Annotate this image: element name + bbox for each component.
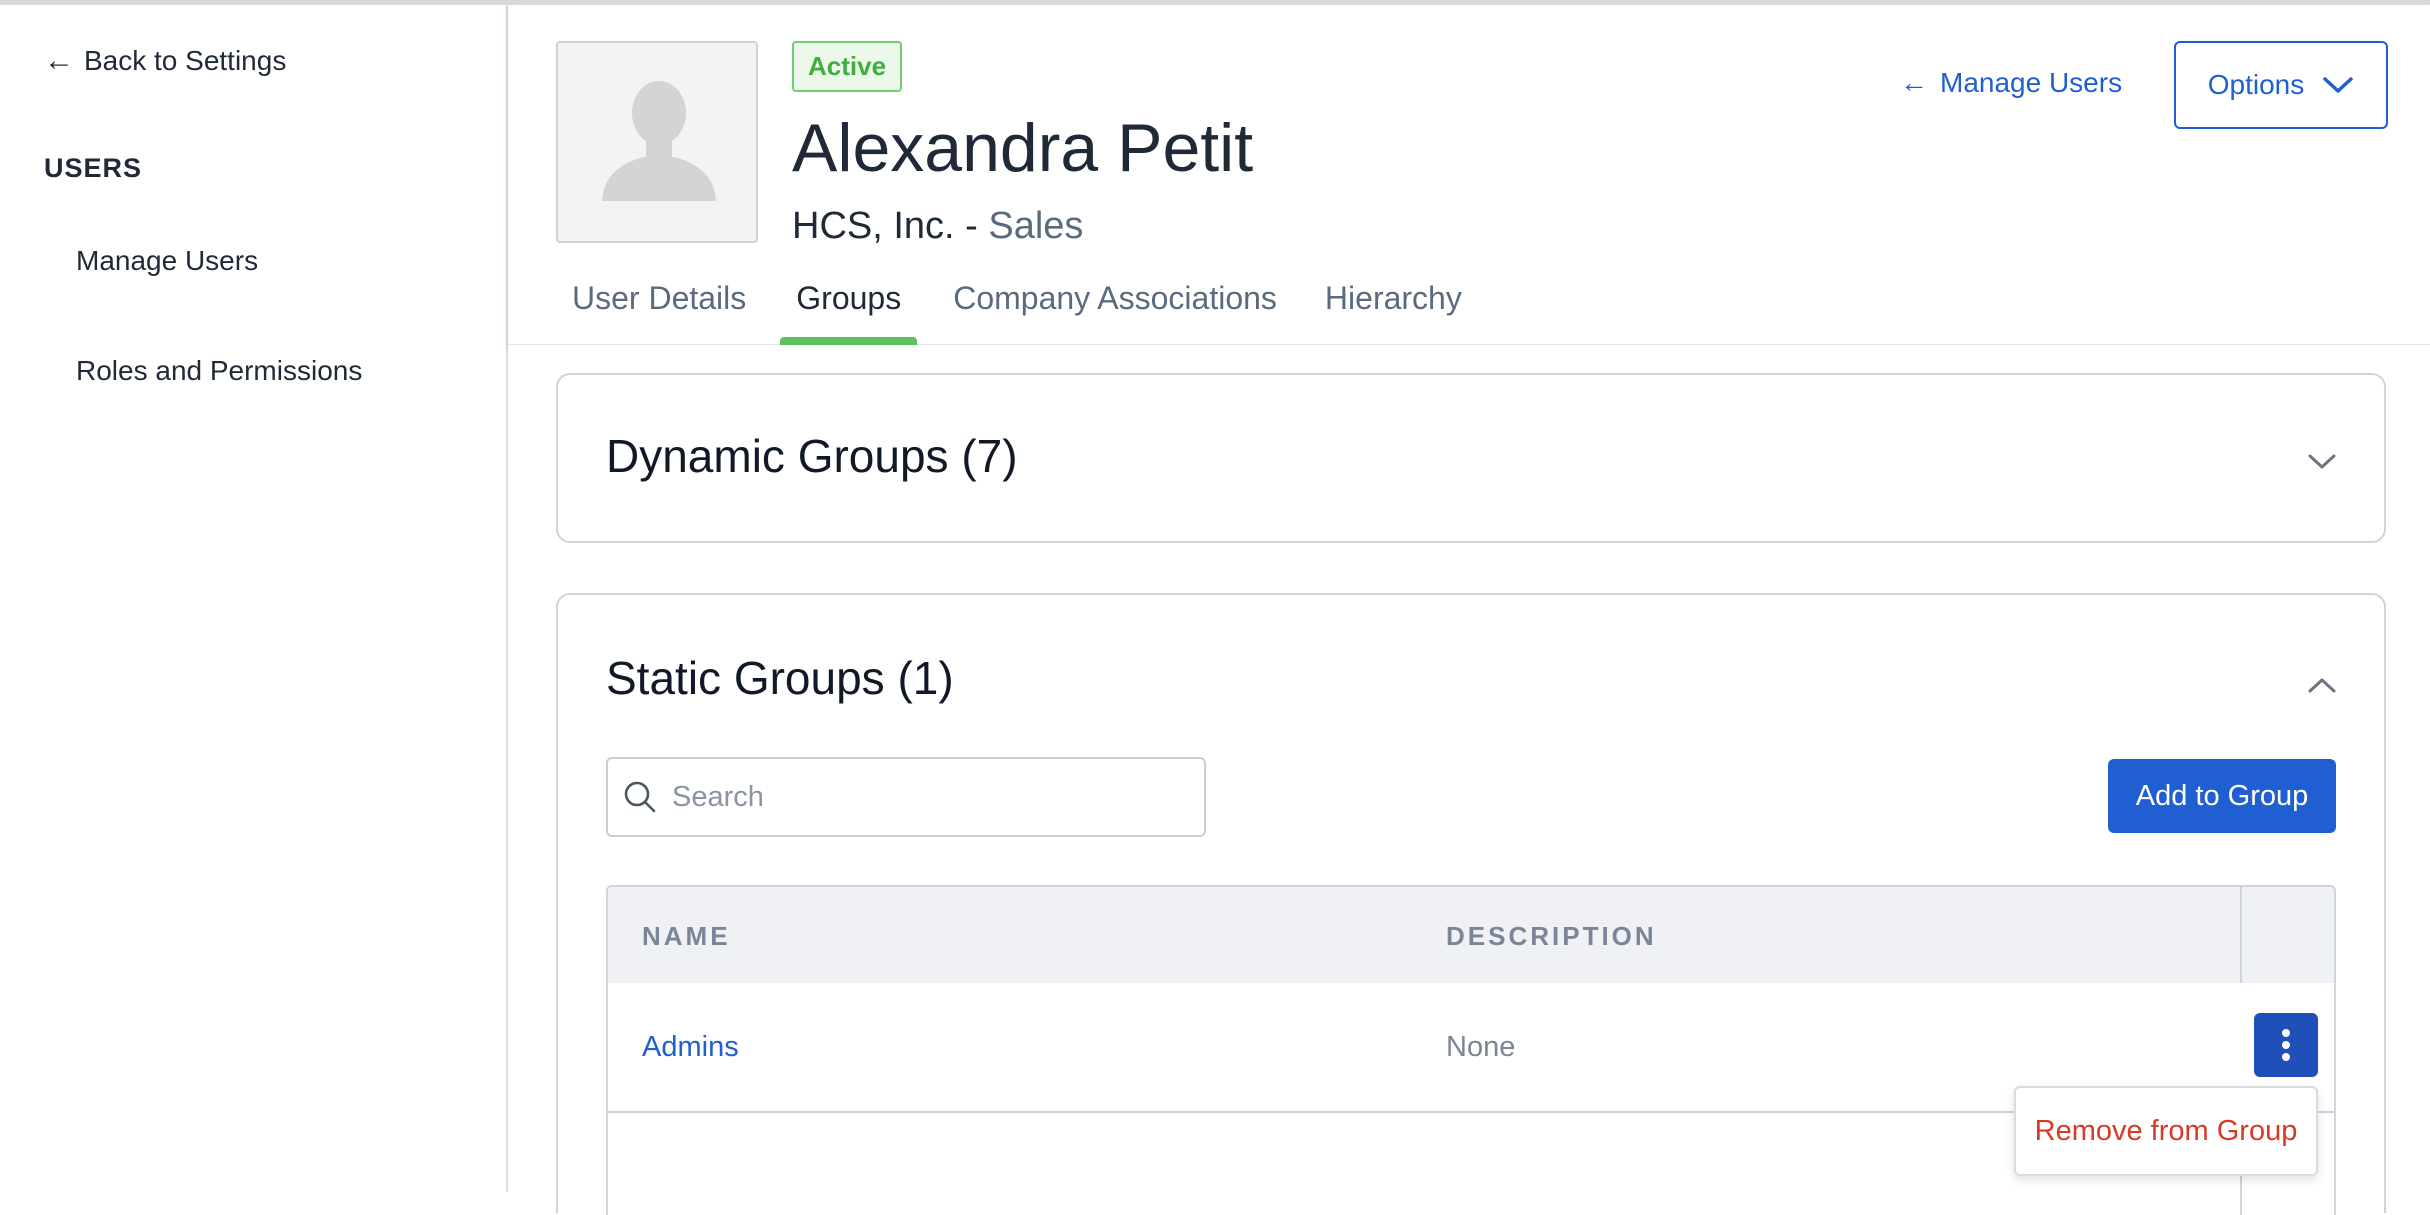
avatar — [556, 41, 758, 243]
settings-sidebar: ← Back to Settings USERS Manage Users Ro… — [0, 5, 508, 1192]
tab-hierarchy[interactable]: Hierarchy — [1309, 273, 1478, 345]
dynamic-groups-title: Dynamic Groups (7) — [606, 430, 1018, 482]
remove-from-group-menu-item[interactable]: Remove from Group — [2035, 1115, 2298, 1148]
chevron-down-icon[interactable] — [2306, 445, 2338, 477]
static-groups-title: Static Groups (1) — [606, 652, 954, 704]
row-actions-button[interactable] — [2254, 1013, 2318, 1077]
arrow-left-icon: ← — [44, 44, 74, 77]
tab-user-details[interactable]: User Details — [556, 273, 762, 345]
options-button[interactable]: Options — [2174, 41, 2388, 129]
manage-users-link-label: Manage Users — [1940, 67, 2123, 98]
search-input[interactable] — [670, 779, 1170, 815]
dynamic-groups-panel[interactable]: Dynamic Groups (7) — [556, 373, 2386, 543]
add-to-group-button[interactable]: Add to Group — [2108, 759, 2336, 833]
back-to-settings-link[interactable]: ← Back to Settings — [44, 45, 286, 77]
sidebar-item-roles-and-permissions[interactable]: Roles and Permissions — [76, 355, 362, 387]
arrow-left-icon: ← — [1900, 67, 1928, 98]
company-department: HCS, Inc. - Sales — [792, 205, 1083, 248]
groups-content: Dynamic Groups (7) Static Groups (1) Add… — [508, 345, 2430, 1215]
more-vertical-icon — [2282, 1029, 2290, 1061]
row-actions-menu: Remove from Group — [2014, 1086, 2318, 1176]
user-header: Active Alexandra Petit HCS, Inc. - Sales… — [508, 5, 2430, 345]
options-label: Options — [2207, 69, 2305, 100]
back-to-settings-label: Back to Settings — [84, 45, 287, 76]
page-title: Alexandra Petit — [792, 110, 1254, 186]
tab-company-associations[interactable]: Company Associations — [937, 273, 1293, 345]
column-header-description[interactable]: DESCRIPTION — [1446, 921, 1657, 952]
group-description: None — [1446, 1031, 1516, 1063]
user-tabs: User Details Groups Company Associations… — [556, 273, 1478, 345]
sidebar-item-manage-users[interactable]: Manage Users — [76, 245, 258, 277]
group-name-link[interactable]: Admins — [642, 1031, 739, 1064]
sidebar-section-title: USERS — [44, 153, 143, 183]
search-icon — [624, 781, 656, 813]
column-header-name[interactable]: NAME — [642, 921, 731, 952]
company-name: HCS, Inc. - — [792, 205, 989, 247]
manage-users-link[interactable]: ← Manage Users — [1900, 67, 2122, 99]
search-field[interactable] — [606, 757, 1206, 837]
user-silhouette-icon — [602, 81, 716, 201]
tab-groups[interactable]: Groups — [780, 273, 918, 345]
status-badge: Active — [792, 41, 903, 92]
chevron-down-icon — [2323, 77, 2353, 93]
table-header: NAME DESCRIPTION — [608, 887, 2334, 983]
chevron-up-icon[interactable] — [2306, 669, 2338, 701]
department-name: Sales — [988, 205, 1084, 247]
